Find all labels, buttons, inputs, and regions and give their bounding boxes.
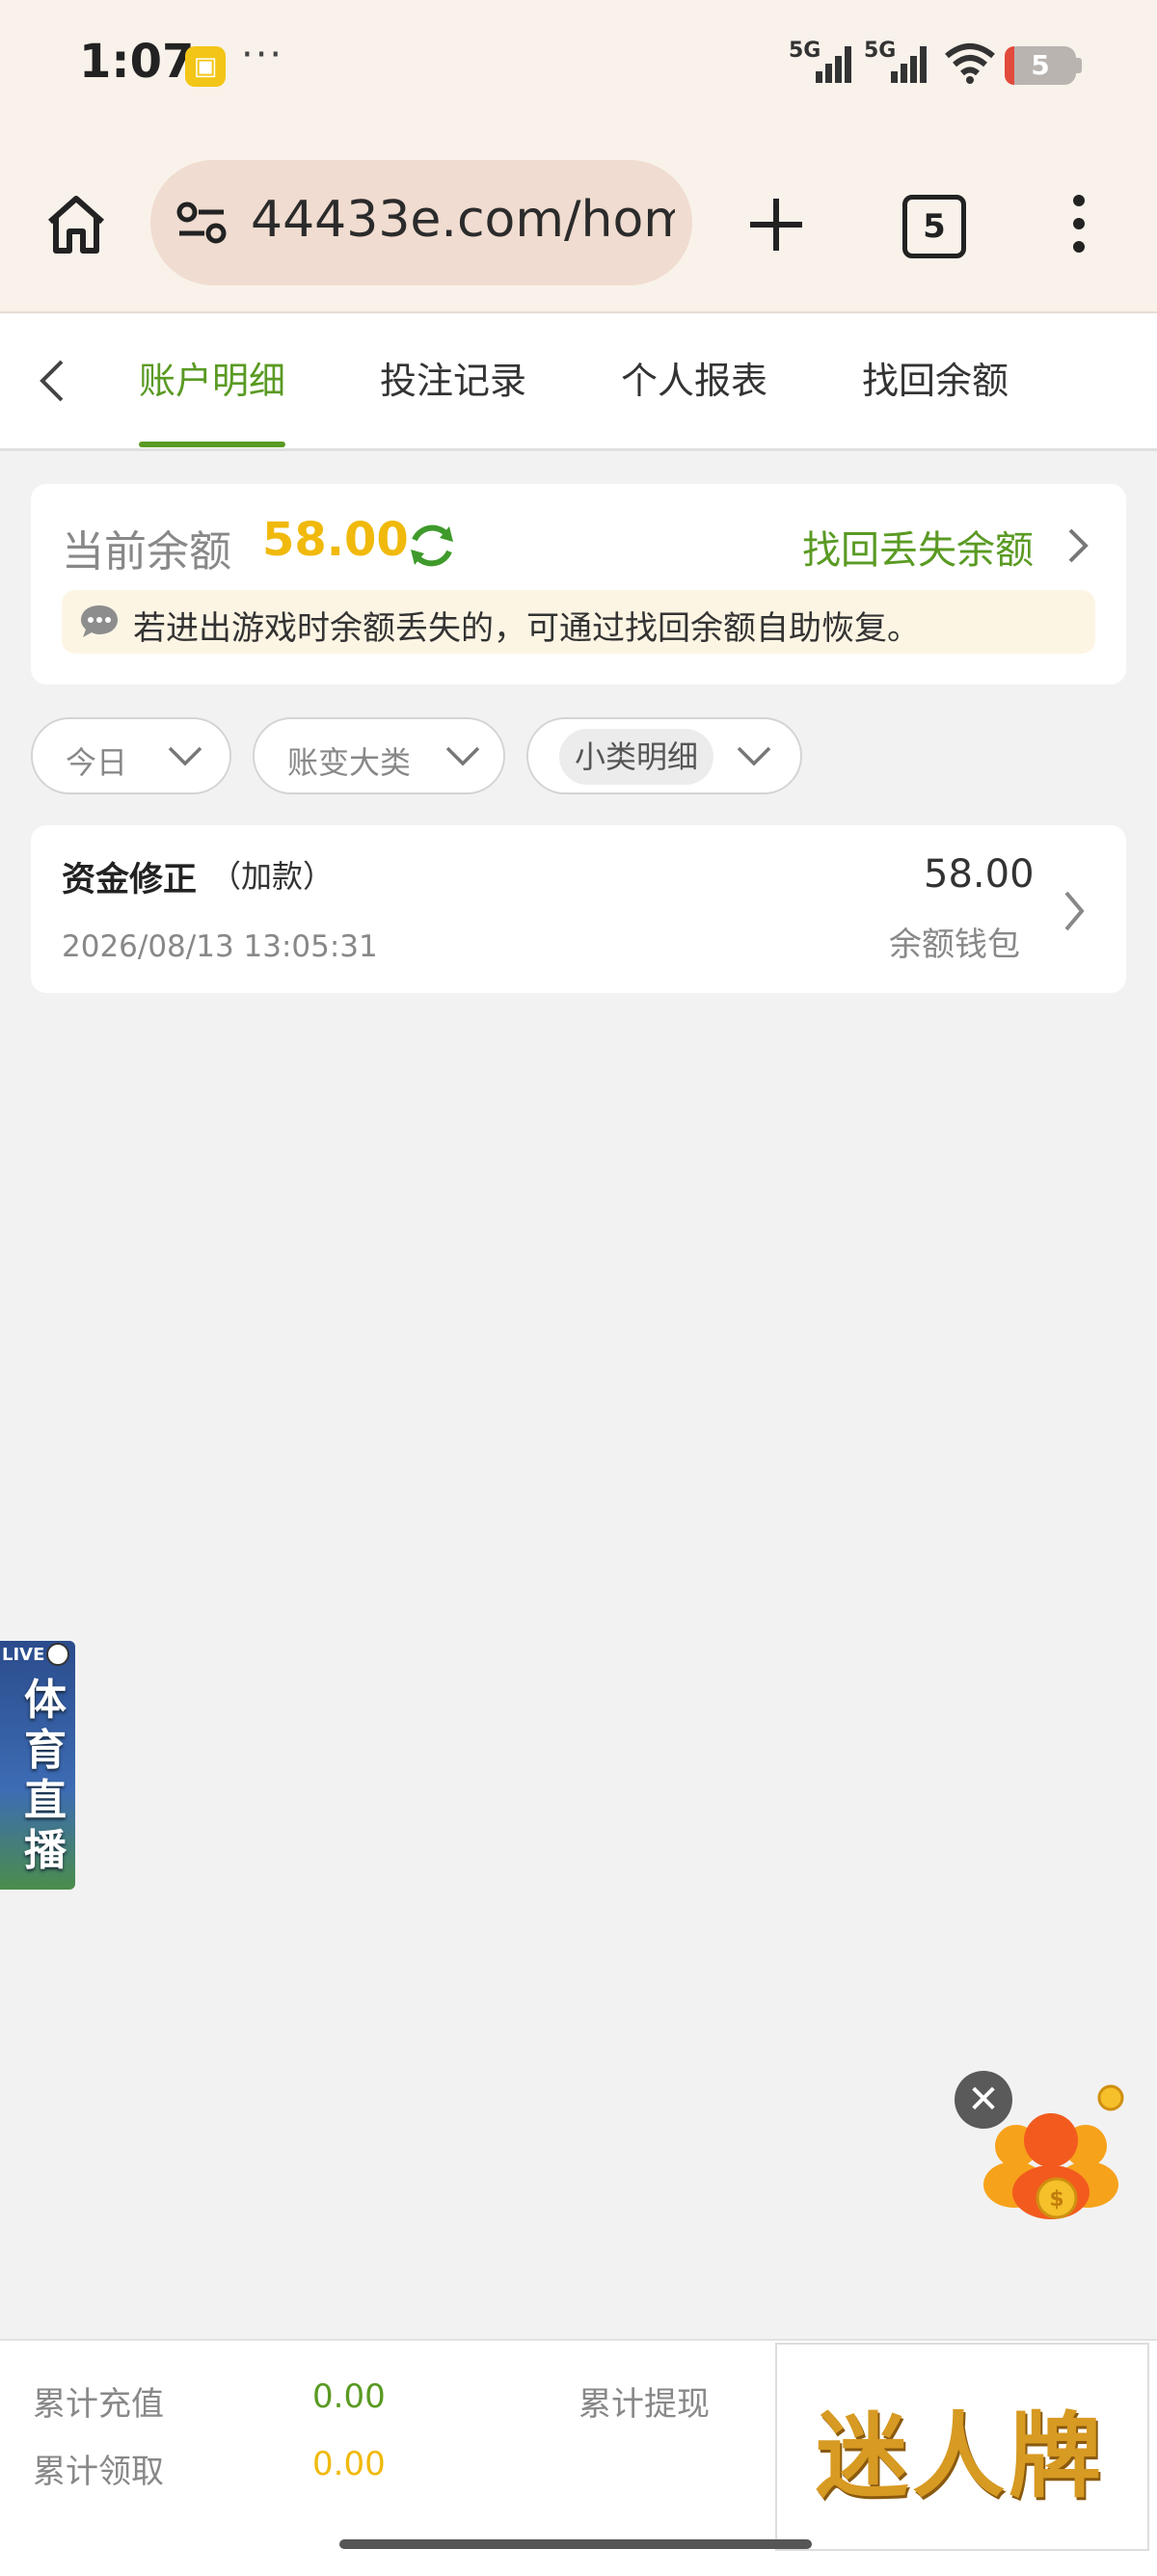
chevron-down-icon <box>168 746 202 766</box>
gesture-home-indicator <box>339 2539 812 2549</box>
period-filter-label: 今日 <box>66 744 128 781</box>
transaction-amount: 58.00 <box>924 852 1035 897</box>
home-button[interactable] <box>42 191 110 258</box>
close-icon: ✕ <box>967 2078 1000 2122</box>
chevron-left-icon <box>40 360 64 402</box>
chevron-down-icon <box>445 746 480 766</box>
balance-value: 58.00 <box>262 513 409 567</box>
period-filter[interactable]: 今日 <box>31 717 231 794</box>
soccer-ball-icon <box>46 1643 69 1666</box>
battery-indicator: 5 <box>1005 46 1076 85</box>
balance-label: 当前余额 <box>62 527 231 577</box>
total-claim-label: 累计领取 <box>33 2453 164 2491</box>
transaction-subtitle: （加款） <box>210 858 335 895</box>
subcategory-filter[interactable]: 小类明细 <box>526 717 802 794</box>
subcategory-filter-label: 小类明细 <box>559 729 714 785</box>
status-time: 1:07 <box>79 35 195 89</box>
recover-lost-balance-link[interactable]: 找回丢失余额 <box>802 519 1034 575</box>
tab-account-details[interactable]: 账户明细 <box>139 351 285 404</box>
url-text[interactable]: 44433e.com/home <box>251 191 675 249</box>
chevron-right-icon[interactable] <box>1061 889 1088 933</box>
chevron-down-icon <box>737 746 771 766</box>
tab-personal-report[interactable]: 个人报表 <box>621 351 767 404</box>
total-claim-value: 0.00 <box>312 2445 386 2483</box>
site-settings-icon[interactable] <box>175 201 228 245</box>
tab-switcher-button[interactable]: 5 <box>902 195 966 258</box>
more-vert-icon <box>1073 195 1085 253</box>
notice-text: 若进出游戏时余额丢失的，可通过找回余额自助恢复。 <box>133 609 920 648</box>
transaction-date: 2026/08/13 13:05:31 <box>62 929 378 964</box>
category-filter-label: 账变大类 <box>287 744 412 781</box>
chevron-right-icon[interactable] <box>1064 526 1091 565</box>
more-notifications-icon: ··· <box>241 33 284 77</box>
svg-text:$: $ <box>1049 2187 1063 2212</box>
back-button[interactable] <box>29 352 77 410</box>
chat-bubble-icon <box>79 604 120 640</box>
total-withdraw-label: 累计提现 <box>578 2385 710 2424</box>
tab-recover-balance[interactable]: 找回余额 <box>862 351 1009 404</box>
total-recharge-label: 累计充值 <box>33 2385 164 2424</box>
balance-card <box>31 484 1126 684</box>
battery-cap <box>1076 58 1082 73</box>
wifi-icon <box>943 42 997 89</box>
transaction-title: 资金修正 <box>62 861 198 899</box>
transaction-row[interactable] <box>31 825 1126 993</box>
home-icon <box>48 196 104 254</box>
app-notification-icon: ▣ <box>185 46 226 87</box>
refresh-icon[interactable] <box>405 519 459 573</box>
tab-bet-records[interactable]: 投注记录 <box>380 351 526 404</box>
plus-icon <box>750 199 802 251</box>
live-sports-text: 体育直播 <box>24 1676 67 1875</box>
cell-signal-2-icon: 5G <box>864 39 941 87</box>
browser-menu-button[interactable] <box>1064 193 1093 255</box>
cell-signal-1-icon: 5G <box>789 39 866 87</box>
new-tab-button[interactable] <box>742 191 810 258</box>
live-tag: LIVE <box>2 1645 45 1665</box>
transaction-wallet: 余额钱包 <box>889 926 1020 964</box>
promo-banner-text: 迷人牌 <box>816 2402 1105 2510</box>
category-filter[interactable]: 账变大类 <box>253 717 505 794</box>
total-recharge-value: 0.00 <box>312 2377 386 2416</box>
close-widget-button[interactable]: ✕ <box>955 2071 1012 2129</box>
active-tab-indicator <box>139 442 285 447</box>
